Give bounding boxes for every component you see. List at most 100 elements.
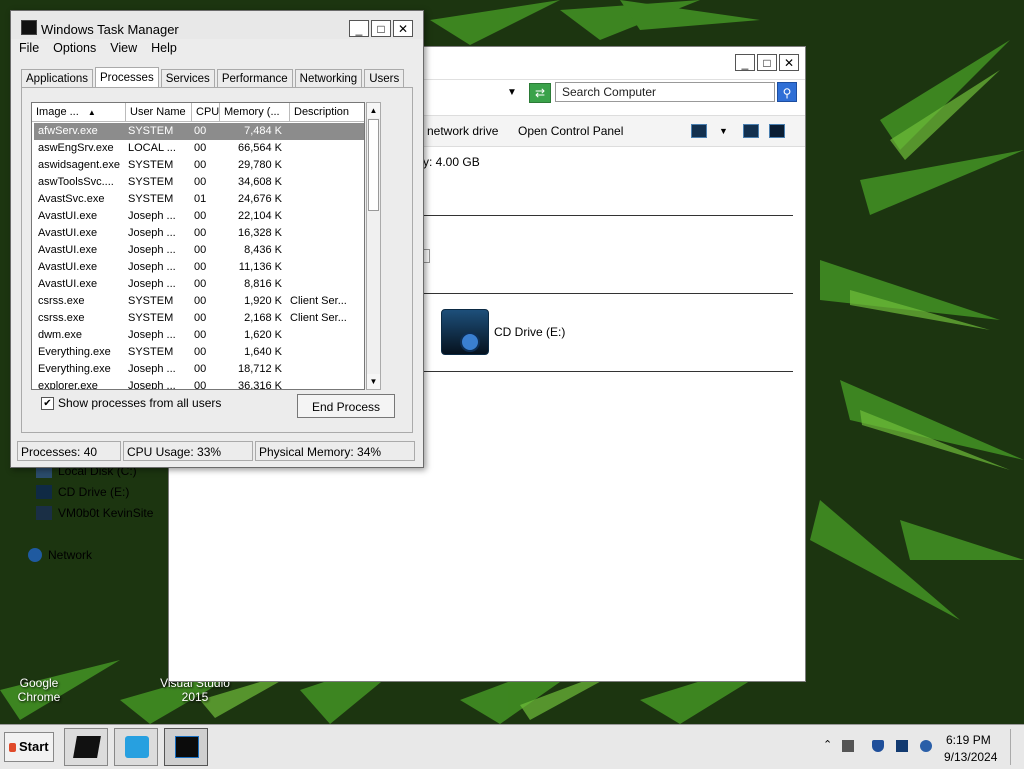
clock-time[interactable]: 6:19 PM [946,733,991,747]
preview-pane-icon[interactable] [743,124,759,138]
task-manager-icon [175,736,199,758]
taskbar-app-task-manager[interactable] [164,728,208,766]
start-button[interactable]: Start [4,732,54,762]
process-row[interactable]: AvastUI.exe Joseph ... 00 8,816 K [34,276,364,293]
action-center-icon[interactable] [842,740,854,752]
tab-services[interactable]: Services [160,69,215,89]
scroll-up-icon[interactable]: ▲ [367,103,380,118]
view-dropdown-icon[interactable]: ▼ [719,126,728,136]
cd-drive-icon [36,485,52,499]
taskbar-app-explorer[interactable] [64,728,108,766]
security-shield-icon[interactable] [872,740,884,752]
tab-networking[interactable]: Networking [294,69,363,89]
nav-item-network[interactable]: Network [28,548,92,562]
process-row[interactable]: AvastSvc.exe SYSTEM 01 24,676 K [34,191,364,208]
scroll-thumb[interactable] [368,119,379,211]
address-dropdown-icon[interactable]: ▼ [507,87,517,98]
process-image-name: aswidsagent.exe [38,159,120,171]
process-row[interactable]: AvastUI.exe Joseph ... 00 22,104 K [34,208,364,225]
close-button[interactable]: ✕ [393,20,413,37]
checkbox-checked-icon[interactable]: ✔ [41,396,54,410]
volume-icon[interactable] [920,740,932,752]
process-cpu: 01 [194,193,207,205]
process-image-name: csrss.exe [38,295,85,307]
tab-performance[interactable]: Performance [216,69,293,89]
cd-drive-icon [441,309,489,355]
close-button[interactable]: ✕ [779,54,799,71]
search-icon[interactable]: ⚲ [777,82,797,102]
process-row[interactable]: dwm.exe Joseph ... 00 1,620 K [34,327,364,344]
map-network-drive-button[interactable]: network drive [427,124,498,138]
process-row[interactable]: AvastUI.exe Joseph ... 00 11,136 K [34,259,364,276]
open-control-panel-button[interactable]: Open Control Panel [518,124,623,138]
end-process-button[interactable]: End Process [297,394,395,418]
process-memory: 2,168 K [244,312,282,324]
start-label: Start [19,739,49,754]
process-row[interactable]: AvastUI.exe Joseph ... 00 8,436 K [34,242,364,259]
tab-users[interactable]: Users [364,69,405,89]
maximize-button[interactable]: □ [757,54,777,71]
process-description [286,378,362,389]
process-row[interactable]: AvastUI.exe Joseph ... 00 16,328 K [34,225,364,242]
menu-view[interactable]: View [110,41,137,55]
clock-date[interactable]: 9/13/2024 [944,750,997,764]
process-memory: 18,712 K [237,363,282,375]
process-row[interactable]: explorer.exe Joseph ... 00 36,316 K [34,378,364,390]
process-row[interactable]: csrss.exe SYSTEM 00 2,168 K Client Ser... [34,310,364,327]
process-memory: 66,564 K [237,142,282,154]
process-user-name: Joseph ... [128,210,176,222]
refresh-icon[interactable]: ⇄ [529,83,551,103]
process-list[interactable]: Image ... ▲ User Name CPU Memory (... De… [31,102,365,390]
partial-drive-tile [423,249,430,263]
minimize-button[interactable]: _ [349,20,369,37]
column-header-cpu[interactable]: CPU [192,103,220,121]
help-icon[interactable] [769,124,785,138]
process-row[interactable]: aswEngSrv.exe LOCAL ... 00 66,564 K [34,140,364,157]
column-header-memory[interactable]: Memory (... [220,103,290,121]
process-image-name: explorer.exe [38,380,98,390]
process-row[interactable]: Everything.exe Joseph ... 00 18,712 K [34,361,364,378]
process-user-name: SYSTEM [128,295,174,307]
process-description [286,208,362,225]
menu-file[interactable]: File [19,41,39,55]
scroll-down-icon[interactable]: ▼ [367,374,380,389]
view-options-icon[interactable] [691,124,707,138]
task-manager-window[interactable]: Windows Task Manager _ □ ✕ File Options … [10,10,424,468]
taskbar-app-search[interactable] [114,728,158,766]
process-row[interactable]: csrss.exe SYSTEM 00 1,920 K Client Ser... [34,293,364,310]
window-title: Windows Task Manager [41,22,179,37]
tab-applications[interactable]: Applications [21,69,94,89]
search-input[interactable]: Search Computer [555,82,775,102]
process-user-name: SYSTEM [128,312,174,324]
process-row[interactable]: aswToolsSvc.... SYSTEM 00 34,608 K [34,174,364,191]
nav-item-cd-drive[interactable]: CD Drive (E:) [36,485,129,499]
process-cpu: 00 [194,312,207,324]
process-user-name: SYSTEM [128,125,174,137]
process-row[interactable]: Everything.exe SYSTEM 00 1,640 K [34,344,364,361]
maximize-button[interactable]: □ [371,20,391,37]
column-header-image[interactable]: Image ... ▲ [32,103,126,121]
show-hidden-icons-icon[interactable]: ⌃ [823,738,835,751]
task-manager-titlebar[interactable]: Windows Task Manager _ □ ✕ [11,11,423,39]
process-row[interactable]: afwServ.exe SYSTEM 00 7,484 K [34,123,364,140]
process-row[interactable]: aswidsagent.exe SYSTEM 00 29,780 K [34,157,364,174]
desktop-icon-chrome[interactable]: Google Chrome [0,676,84,704]
show-desktop-button[interactable] [1010,729,1023,765]
process-memory: 16,328 K [237,227,282,239]
menu-options[interactable]: Options [53,41,96,55]
process-user-name: Joseph ... [128,329,176,341]
network-icon[interactable] [896,740,908,752]
column-header-description[interactable]: Description [290,103,364,121]
nav-item-network-share[interactable]: VM0b0t KevinSite [36,506,153,520]
process-user-name: SYSTEM [128,159,174,171]
process-list-scrollbar[interactable]: ▲ ▼ [366,102,381,390]
process-image-name: AvastUI.exe [38,278,98,290]
process-memory: 8,816 K [244,278,282,290]
menu-help[interactable]: Help [151,41,177,55]
process-memory: 24,676 K [237,193,282,205]
show-all-processes-checkbox[interactable]: ✔ Show processes from all users [41,396,221,410]
process-image-name: AvastSvc.exe [38,193,105,205]
column-header-user[interactable]: User Name [126,103,192,121]
tab-processes[interactable]: Processes [95,67,159,89]
minimize-button[interactable]: _ [735,54,755,71]
